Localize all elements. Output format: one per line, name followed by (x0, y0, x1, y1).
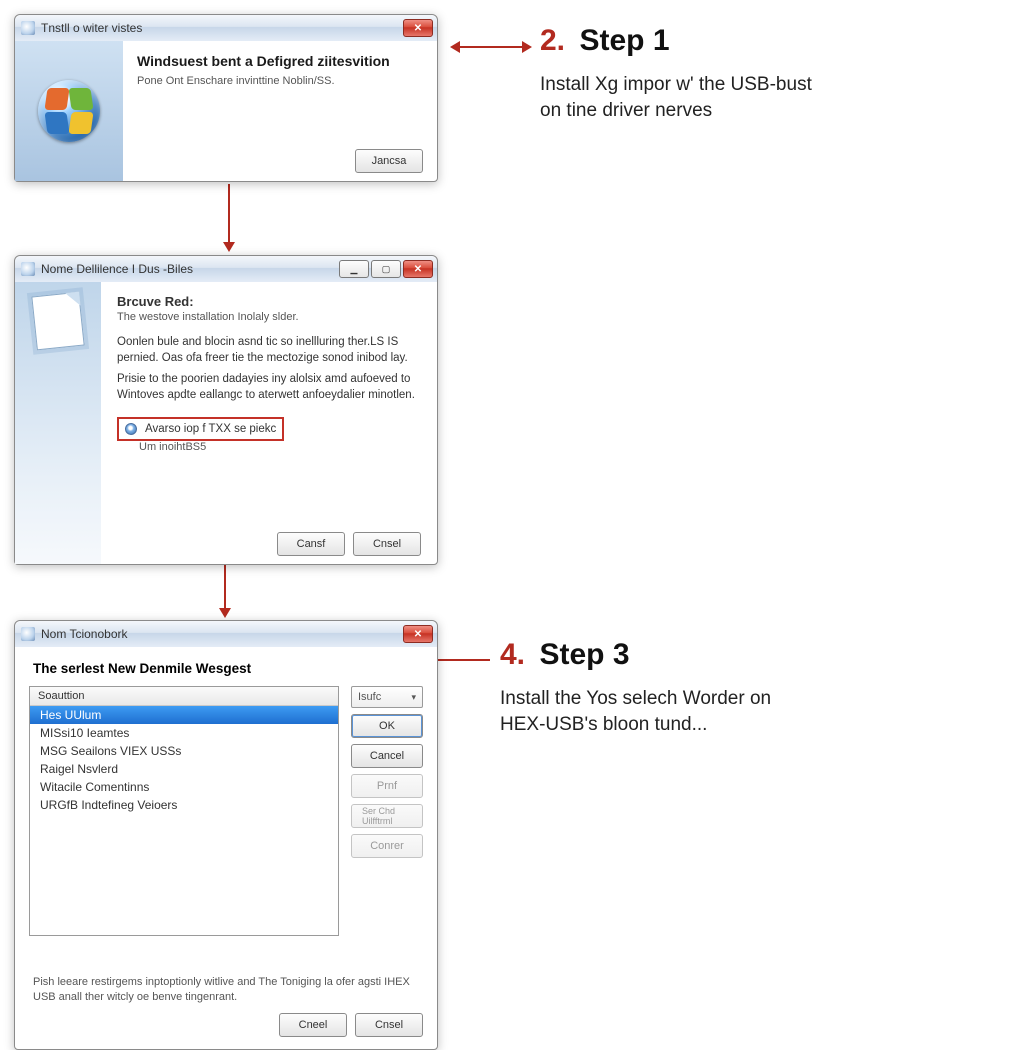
window2-paragraph-1: Oonlen bule and blocin asnd tic so inell… (117, 335, 421, 366)
window3-titlebar[interactable]: Nom Tcionobork (15, 621, 437, 647)
list-item[interactable]: Raigel Nsvlerd (30, 760, 338, 778)
device-listbox[interactable]: Soauttion Hes UUlum MISsi10 Ieamtes MSG … (29, 686, 339, 936)
document-icon (31, 292, 84, 351)
window2-subtext: The westove installation Inolaly slder. (117, 311, 421, 323)
window3-ok-button[interactable]: OK (351, 714, 423, 738)
window2-minimize-button[interactable] (339, 260, 369, 278)
window1-subtext: Pone Ont Enschare invinttine Noblin/SS. (137, 75, 423, 87)
window3-title: Nom Tcionobork (41, 627, 403, 641)
window2-radio-label: Avarso iop f TXX se piekc (145, 423, 276, 435)
step-1-body-line2: on tine driver nerves (540, 100, 712, 121)
window1-ok-button[interactable]: Jancsa (355, 149, 423, 173)
list-item[interactable]: Hes UUlum (30, 706, 338, 724)
window1-close-button[interactable] (403, 19, 433, 37)
list-item[interactable]: URGfB Indtefineg Veioers (30, 796, 338, 814)
window1-side-banner (15, 41, 123, 181)
device-select-dialog: Nom Tcionobork The serlest New Denmile W… (14, 620, 438, 1050)
window3-footnote: Pish leeare restirgems inptoptionly witl… (33, 975, 419, 1005)
window3-type-select[interactable]: Isufc ▾ (351, 686, 423, 708)
window2-close-button[interactable] (403, 260, 433, 278)
window2-highlighted-option[interactable]: Avarso iop f TXX se piekc (117, 417, 284, 441)
window2-back-button[interactable]: Cansf (277, 532, 345, 556)
window2-title: Nome Dellilence I Dus -Biles (41, 262, 339, 276)
window2-maximize-button[interactable] (371, 260, 401, 278)
window1-titlebar[interactable]: Tnstll o witer vistes (15, 15, 437, 41)
chevron-down-icon: ▾ (411, 692, 416, 703)
step-3-number: 4. (500, 638, 525, 672)
window2-uninstall-label: Um inoihtBS5 (139, 441, 421, 453)
list-item[interactable]: MISsi10 Ieamtes (30, 724, 338, 742)
step-1-callout: 2. Step 1 Install Xg impor w' the USB-bu… (540, 24, 812, 123)
windows-orb-icon (38, 80, 100, 142)
window3-footer-cancel-button[interactable]: Cnsel (355, 1013, 423, 1037)
installer-dialog-1: Tnstll o witer vistes Windsuest bent a D… (14, 14, 438, 182)
window3-headline: The serlest New Denmile Wesgest (33, 661, 423, 676)
window3-button-column: Isufc ▾ OK Cancel Prnf Ser Chd Uilfftrml… (351, 686, 423, 965)
step-3-body: Install the Yos selech Worder on HEX-USB… (500, 686, 771, 737)
window1-headline: Windsuest bent a Defigred ziitesvition (137, 53, 423, 69)
list-item[interactable]: MSG Seailons VIEX USSs (30, 742, 338, 760)
window2-titlebar[interactable]: Nome Dellilence I Dus -Biles (15, 256, 437, 282)
step-3-title: Step 3 (539, 638, 629, 672)
step-3-body-line1: Install the Yos selech Worder on (500, 688, 771, 709)
select-label: Isufc (358, 691, 381, 703)
window2-paragraph-2: Prisie to the poorien dadayies iny alols… (117, 372, 421, 403)
window1-title: Tnstll o witer vistes (41, 21, 403, 35)
installer-dialog-2: Nome Dellilence I Dus -Biles Brcuve Red:… (14, 255, 438, 565)
window3-app-icon (21, 627, 35, 641)
window3-see-button[interactable]: Ser Chd Uilfftrml (351, 804, 423, 828)
window3-conn-button[interactable]: Conrer (351, 834, 423, 858)
step-1-body: Install Xg impor w' the USB-bust on tine… (540, 72, 812, 123)
window3-footer-back-button[interactable]: Cneel (279, 1013, 347, 1037)
step-1-body-line1: Install Xg impor w' the USB-bust (540, 74, 812, 95)
window3-close-button[interactable] (403, 625, 433, 643)
window1-app-icon (21, 21, 35, 35)
window2-app-icon (21, 262, 35, 276)
step-1-number: 2. (540, 24, 565, 58)
window2-cancel-button[interactable]: Cnsel (353, 532, 421, 556)
step-1-title: Step 1 (579, 24, 669, 58)
window3-cancel-button[interactable]: Cancel (351, 744, 423, 768)
window2-side-banner (15, 282, 101, 564)
step-3-body-line2: HEX-USB's bloon tund... (500, 714, 707, 735)
listbox-header[interactable]: Soauttion (30, 687, 338, 706)
step-3-callout: 4. Step 3 Install the Yos selech Worder … (500, 638, 771, 737)
window3-pref-button[interactable]: Prnf (351, 774, 423, 798)
list-item[interactable]: Witacile Comentinns (30, 778, 338, 796)
radio-icon[interactable] (125, 423, 137, 435)
window2-headline: Brcuve Red: (117, 294, 421, 309)
arrow-window1-to-window2 (222, 184, 236, 252)
arrow-step1-to-window1 (450, 40, 532, 54)
